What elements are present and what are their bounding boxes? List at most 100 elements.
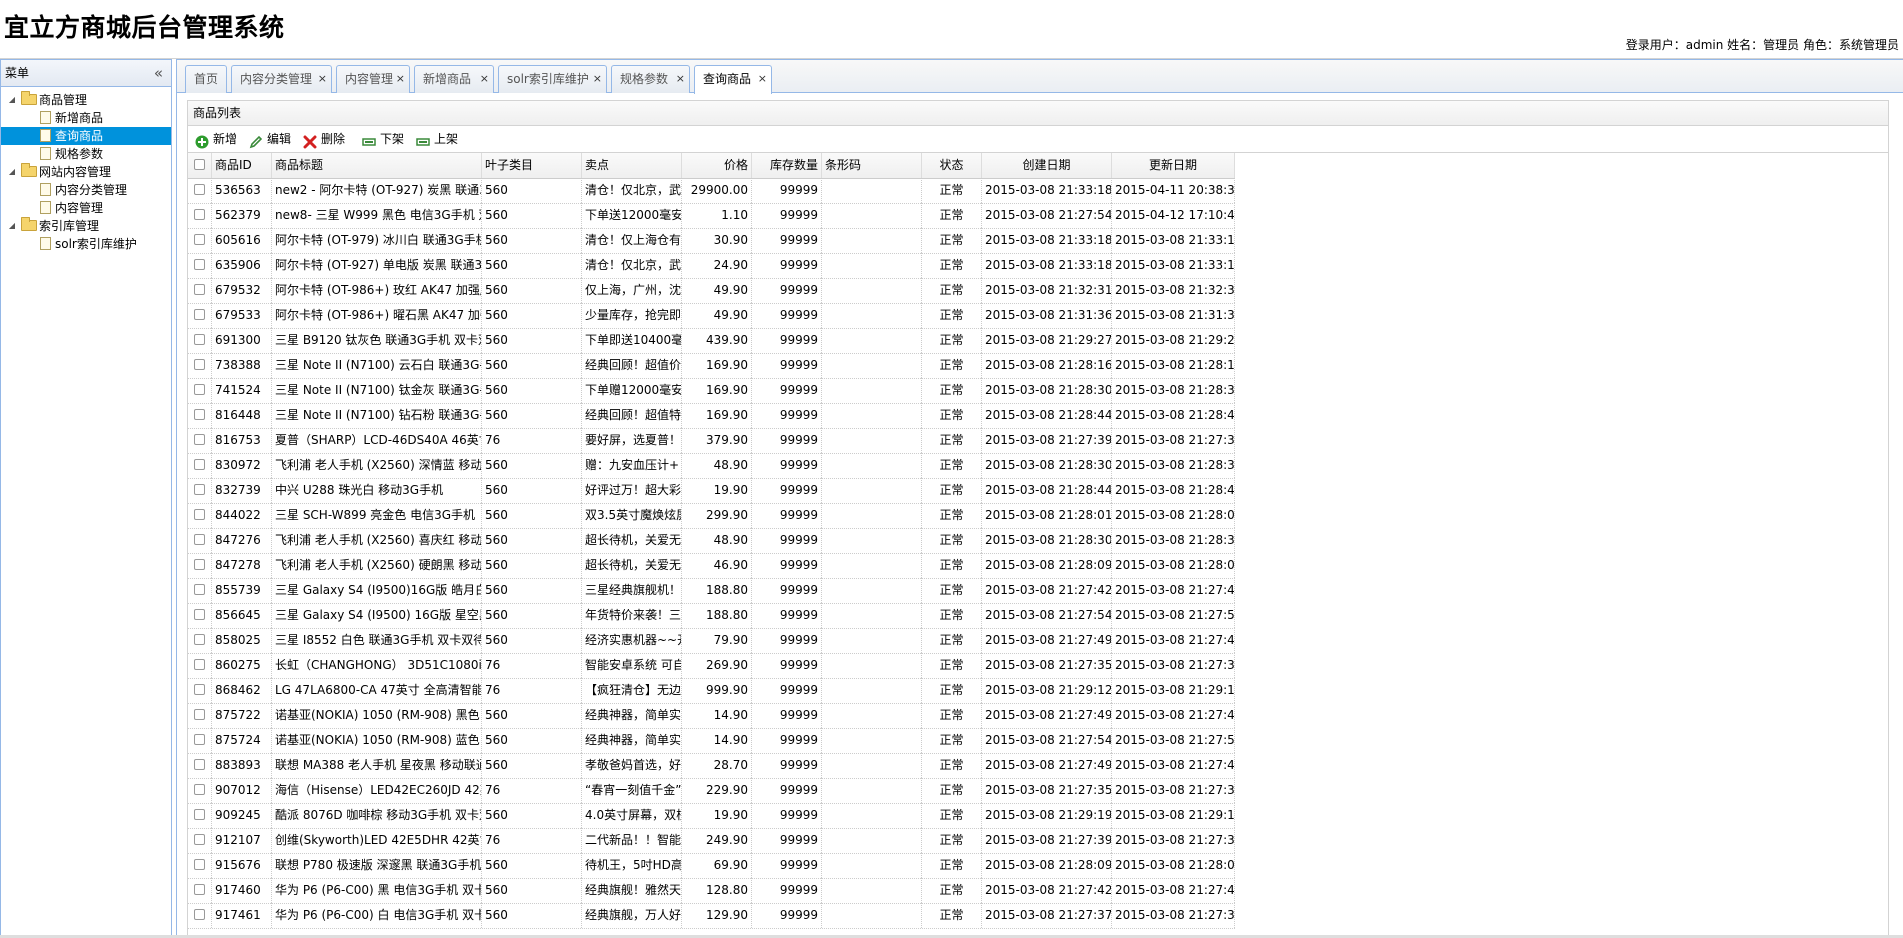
tab-4[interactable]: solr索引库维护 × [498, 65, 607, 93]
row-checkbox[interactable] [194, 459, 205, 470]
table-row[interactable]: 605616 阿尔卡特 (OT-979) 冰川白 联通3G手机 560 清仓！仅上海仓… [188, 228, 1235, 254]
column-header[interactable]: 库存数量 [752, 153, 822, 178]
close-icon[interactable]: × [758, 66, 767, 92]
tab-6[interactable]: 查询商品 × [694, 65, 772, 94]
table-row[interactable]: 816753 夏普（SHARP）LCD-46DS40A 46英寸 76 要好屏，选夏普… [188, 428, 1235, 454]
row-checkbox[interactable] [194, 909, 205, 920]
row-checkbox[interactable] [194, 884, 205, 895]
table-row[interactable]: 844022 三星 SCH-W899 亮金色 电信3G手机 560 双3.5英寸魔焕炫… [188, 503, 1235, 529]
row-checkbox[interactable] [194, 484, 205, 495]
row-checkbox[interactable] [194, 184, 205, 195]
column-header[interactable]: 价格 [682, 153, 752, 178]
row-checkbox[interactable] [194, 584, 205, 595]
menu-item-2[interactable]: 查询商品 [1, 127, 171, 145]
row-checkbox[interactable] [194, 709, 205, 720]
row-checkbox[interactable] [194, 534, 205, 545]
column-header[interactable]: 条形码 [822, 153, 922, 178]
table-row[interactable]: 536563new2 - 阿尔卡特 (OT-927) 炭黑 联通3G手机 双卡双… [188, 178, 1235, 204]
tab-5[interactable]: 规格参数 × [611, 65, 690, 93]
row-checkbox[interactable] [194, 559, 205, 570]
menu-item-8[interactable]: solr索引库维护 [1, 235, 171, 253]
table-row[interactable]: 868462LG 47LA6800-CA 47英寸 全高清智能电视76【疯狂清仓… [188, 678, 1235, 704]
close-icon[interactable]: × [318, 66, 327, 92]
toolbar-button-1[interactable]: 编辑 [249, 126, 299, 152]
table-row[interactable]: 917460华为 P6 (P6-C00) 黑 电信3G手机 双卡双待560经典旗… [188, 878, 1235, 904]
table-row[interactable]: 875724诺基亚(NOKIA) 1050 (RM-908) 蓝色 移动联通2G… [188, 728, 1235, 754]
row-checkbox[interactable] [194, 659, 205, 670]
table-row[interactable]: 832739中兴 U288 珠光白 移动3G手机560好评过万！超大彩屏19.9… [188, 478, 1235, 504]
tab-1[interactable]: 内容分类管理 × [231, 65, 332, 93]
column-header[interactable]: 创建日期 [982, 153, 1112, 178]
table-row[interactable]: 915676 联想 P780 极速版 深邃黑 联通3G手机 560 待机王，5吋HD高… [188, 853, 1235, 879]
row-checkbox[interactable] [194, 759, 205, 770]
table-row[interactable]: 917461华为 P6 (P6-C00) 白 电信3G手机 双卡双待560经典旗… [188, 903, 1235, 929]
tab-3[interactable]: 新增商品 × [414, 65, 494, 93]
column-header[interactable]: 更新日期 [1112, 153, 1235, 178]
column-header[interactable]: 卖点 [582, 153, 682, 178]
toolbar-button-3[interactable]: 下架 [362, 126, 412, 152]
tree-expand-icon[interactable]: ◢ [8, 91, 16, 109]
toolbar-button-4[interactable]: 上架 [416, 126, 466, 152]
select-all-checkbox[interactable] [194, 159, 205, 170]
column-header[interactable]: 叶子类目 [482, 153, 582, 178]
tab-2[interactable]: 内容管理 × [336, 65, 410, 93]
close-icon[interactable]: × [676, 66, 685, 92]
toolbar-button-0[interactable]: 新增 [195, 126, 245, 152]
menu-item-4[interactable]: ◢ 网站内容管理 [1, 163, 171, 181]
table-row[interactable]: 830972飞利浦 老人手机 (X2560) 深情蓝 移动联通2G手机560赠：… [188, 453, 1235, 479]
table-row[interactable]: 738388 三星 Note II (N7100) 云石白 联通3G手机 560 经典… [188, 353, 1235, 379]
row-checkbox[interactable] [194, 634, 205, 645]
table-row[interactable]: 679533 阿尔卡特 (OT-986+) 曜石黑 AK47 加强版 560 少量库存… [188, 303, 1235, 329]
column-header[interactable]: 状态 [922, 153, 982, 178]
row-checkbox[interactable] [194, 834, 205, 845]
row-checkbox[interactable] [194, 309, 205, 320]
table-row[interactable]: 855739三星 Galaxy S4 (I9500)16G版 皓月白 联通3G手… [188, 578, 1235, 604]
row-checkbox[interactable] [194, 684, 205, 695]
column-header[interactable]: 商品ID [212, 153, 272, 178]
table-row[interactable]: 860275长虹（CHANGHONG） 3D51C1080i 51英寸76智能安… [188, 653, 1235, 679]
menu-item-1[interactable]: 新增商品 [1, 109, 171, 127]
row-checkbox[interactable] [194, 284, 205, 295]
menu-item-7[interactable]: ◢ 索引库管理 [1, 217, 171, 235]
table-row[interactable]: 816448 三星 Note II (N7100) 钻石粉 联通3G手机 560 经典… [188, 403, 1235, 429]
table-row[interactable]: 847278飞利浦 老人手机 (X2560) 硬朗黑 移动联通2G手机560超长… [188, 553, 1235, 579]
row-checkbox[interactable] [194, 809, 205, 820]
table-row[interactable]: 691300 三星 B9120 钛灰色 联通3G手机 双卡双待 560 下单即送104… [188, 328, 1235, 354]
double-chevron-left-icon[interactable]: « [154, 60, 163, 86]
row-checkbox[interactable] [194, 209, 205, 220]
close-icon[interactable]: × [480, 66, 489, 92]
row-checkbox[interactable] [194, 409, 205, 420]
table-row[interactable]: 883893联想 MA388 老人手机 星夜黑 移动联通2G手机560孝敬爸妈首… [188, 753, 1235, 779]
row-checkbox[interactable] [194, 509, 205, 520]
table-row[interactable]: 909245 酷派 8076D 咖啡棕 移动3G手机 双卡双待 560 4.0英寸屏幕… [188, 803, 1235, 829]
menu-item-5[interactable]: 内容分类管理 [1, 181, 171, 199]
table-row[interactable]: 847276飞利浦 老人手机 (X2560) 喜庆红 移动联通2G手机560超长… [188, 528, 1235, 554]
toolbar-button-2[interactable]: 删除 [303, 126, 358, 152]
table-row[interactable]: 679532 阿尔卡特 (OT-986+) 玫红 AK47 加强版 560 仅上海，广… [188, 278, 1235, 304]
row-checkbox[interactable] [194, 784, 205, 795]
row-checkbox[interactable] [194, 334, 205, 345]
row-checkbox[interactable] [194, 434, 205, 445]
row-checkbox[interactable] [194, 234, 205, 245]
table-row[interactable]: 562379new8- 三星 W999 黑色 电信3G手机 双卡双待双通560下… [188, 203, 1235, 229]
tab-0[interactable]: 首页 [185, 65, 227, 93]
table-row[interactable]: 856645三星 Galaxy S4 (I9500) 16G版 星空黑 联通3G… [188, 603, 1235, 629]
row-checkbox[interactable] [194, 734, 205, 745]
menu-item-6[interactable]: 内容管理 [1, 199, 171, 217]
close-icon[interactable]: × [396, 66, 405, 92]
table-row[interactable]: 875722诺基亚(NOKIA) 1050 (RM-908) 黑色 移动联通2G… [188, 703, 1235, 729]
row-checkbox[interactable] [194, 384, 205, 395]
menu-item-0[interactable]: ◢ 商品管理 [1, 91, 171, 109]
table-row[interactable]: 741524 三星 Note II (N7100) 钛金灰 联通3G手机 560 下单… [188, 378, 1235, 404]
close-icon[interactable]: × [593, 66, 602, 92]
row-checkbox[interactable] [194, 859, 205, 870]
tree-expand-icon[interactable]: ◢ [8, 163, 16, 181]
table-row[interactable]: 858025 三星 I8552 白色 联通3G手机 双卡双待 560 经济实惠机器~~… [188, 628, 1235, 654]
column-header[interactable]: 商品标题 [272, 153, 482, 178]
table-row[interactable]: 907012 海信（Hisense）LED42EC260JD 42英寸 76 “春宵一… [188, 778, 1235, 804]
row-checkbox[interactable] [194, 359, 205, 370]
tree-expand-icon[interactable]: ◢ [8, 217, 16, 235]
row-checkbox[interactable] [194, 609, 205, 620]
menu-item-3[interactable]: 规格参数 [1, 145, 171, 163]
row-checkbox[interactable] [194, 259, 205, 270]
